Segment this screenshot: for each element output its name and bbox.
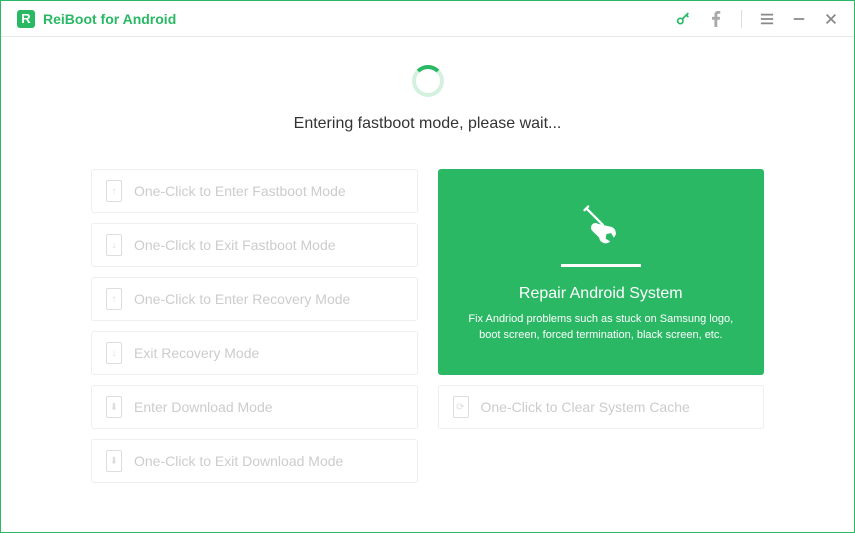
app-logo-letter: R: [21, 11, 30, 26]
minimize-icon[interactable]: [792, 12, 806, 26]
option-label: One-Click to Exit Download Mode: [134, 453, 343, 469]
option-label: One-Click to Enter Fastboot Mode: [134, 183, 346, 199]
repair-android-card[interactable]: Repair Android System Fix Andriod proble…: [438, 169, 765, 375]
option-label: Exit Recovery Mode: [134, 345, 259, 361]
enter-download-button: ⬇ Enter Download Mode: [91, 385, 418, 429]
status-text: Entering fastboot mode, please wait...: [294, 115, 562, 133]
close-icon[interactable]: [824, 12, 838, 26]
key-icon[interactable]: [675, 11, 691, 27]
titlebar-left: R ReiBoot for Android: [17, 10, 176, 28]
repair-divider: [561, 264, 641, 267]
enter-fastboot-button: ↑ One-Click to Enter Fastboot Mode: [91, 169, 418, 213]
exit-recovery-button: ↓ Exit Recovery Mode: [91, 331, 418, 375]
repair-title: Repair Android System: [519, 285, 683, 303]
titlebar-right: [675, 10, 838, 28]
app-logo: R: [17, 10, 35, 28]
phone-down-icon: ↓: [106, 342, 122, 364]
main-content: Entering fastboot mode, please wait... ↑…: [1, 37, 854, 483]
facebook-icon[interactable]: [709, 11, 723, 27]
titlebar-divider: [741, 10, 742, 28]
option-label: One-Click to Enter Recovery Mode: [134, 291, 350, 307]
status-area: Entering fastboot mode, please wait...: [91, 65, 764, 133]
left-column: ↑ One-Click to Enter Fastboot Mode ↓ One…: [91, 169, 418, 483]
phone-download-icon: ⬇: [106, 396, 122, 418]
option-label: Enter Download Mode: [134, 399, 273, 415]
phone-refresh-icon: ⟳: [453, 396, 469, 418]
titlebar: R ReiBoot for Android: [1, 1, 854, 37]
exit-download-button: ⬇ One-Click to Exit Download Mode: [91, 439, 418, 483]
phone-down-icon: ↓: [106, 234, 122, 256]
enter-recovery-button: ↑ One-Click to Enter Recovery Mode: [91, 277, 418, 321]
option-label: One-Click to Clear System Cache: [481, 399, 690, 415]
menu-icon[interactable]: [760, 12, 774, 26]
phone-download-icon: ⬇: [106, 450, 122, 472]
repair-description: Fix Andriod problems such as stuck on Sa…: [462, 311, 741, 344]
loading-spinner-icon: [412, 65, 444, 97]
exit-fastboot-button: ↓ One-Click to Exit Fastboot Mode: [91, 223, 418, 267]
app-title: ReiBoot for Android: [43, 11, 176, 27]
options-grid: ↑ One-Click to Enter Fastboot Mode ↓ One…: [91, 169, 764, 483]
tools-icon: [579, 201, 623, 250]
option-label: One-Click to Exit Fastboot Mode: [134, 237, 336, 253]
clear-cache-button: ⟳ One-Click to Clear System Cache: [438, 385, 765, 429]
phone-up-icon: ↑: [106, 288, 122, 310]
right-column: Repair Android System Fix Andriod proble…: [438, 169, 765, 483]
phone-up-icon: ↑: [106, 180, 122, 202]
